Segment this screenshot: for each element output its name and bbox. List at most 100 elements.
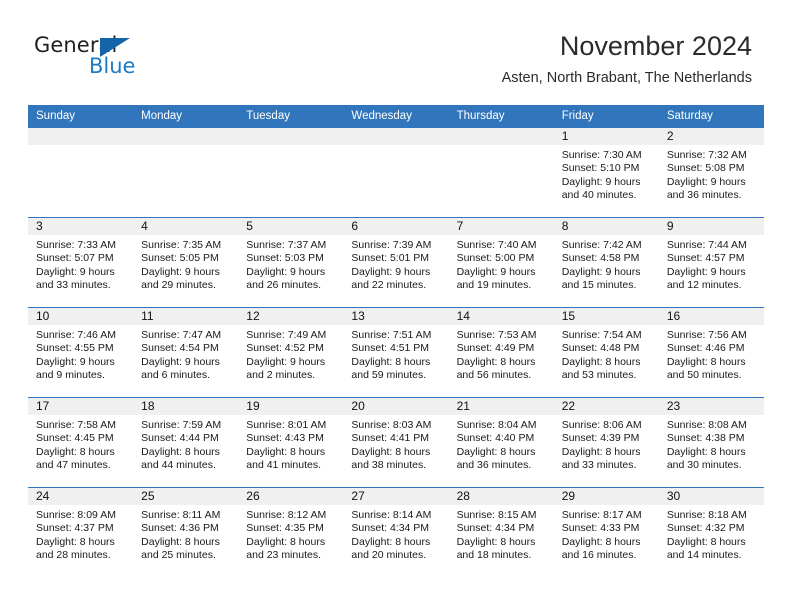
calendar-day-cell[interactable]: 25 Sunrise: 8:11 AM Sunset: 4:36 PM Dayligh…: [133, 487, 239, 577]
weekday-header-wednesday: Wednesday: [343, 105, 449, 128]
calendar-day-cell[interactable]: 1 Sunrise: 7:30 AM Sunset: 5:10 PM Daylight…: [553, 128, 659, 218]
event-daylight-l2: and 41 minutes.: [246, 458, 321, 471]
event-daylight-l2: and 33 minutes.: [36, 278, 111, 291]
day-cell-inner: 28 Sunrise: 8:15 AM Sunset: 4:34 PM Dayligh…: [448, 488, 554, 577]
calendar-day-cell[interactable]: 26 Sunrise: 8:12 AM Sunset: 4:35 PM Dayligh…: [238, 487, 344, 577]
event-daylight-l1: Daylight: 8 hours: [666, 445, 746, 458]
day-events: [238, 145, 343, 149]
calendar-day-cell[interactable]: 19 Sunrise: 8:01 AM Sunset: 4:43 PM Dayligh…: [238, 397, 344, 488]
day-cell-inner: 6 Sunrise: 7:39 AM Sunset: 5:01 PM Daylight…: [343, 218, 449, 307]
calendar-day-cell[interactable]: 3 Sunrise: 7:33 AM Sunset: 5:07 PM Daylight…: [28, 217, 134, 308]
calendar-day-cell[interactable]: 20 Sunrise: 8:03 AM Sunset: 4:41 PM Dayligh…: [343, 397, 449, 488]
calendar-day-cell[interactable]: 18 Sunrise: 7:59 AM Sunset: 4:44 PM Dayligh…: [133, 397, 239, 488]
day-number: 29: [553, 488, 659, 505]
day-cell-inner: 16 Sunrise: 7:56 AM Sunset: 4:46 PM Dayligh…: [658, 308, 764, 397]
event-daylight-l1: Daylight: 8 hours: [36, 445, 115, 458]
calendar-day-cell[interactable]: 8 Sunrise: 7:42 AM Sunset: 4:58 PM Daylight…: [553, 217, 659, 308]
calendar-day-cell[interactable]: 6 Sunrise: 7:39 AM Sunset: 5:01 PM Daylight…: [343, 217, 449, 308]
calendar-day-cell[interactable]: 17 Sunrise: 7:58 AM Sunset: 4:45 PM Dayligh…: [28, 397, 134, 488]
day-cell-inner: [28, 128, 134, 217]
calendar-day-cell[interactable]: 4 Sunrise: 7:35 AM Sunset: 5:05 PM Daylight…: [133, 217, 239, 308]
event-sunset: Sunset: 4:37 PM: [36, 522, 114, 535]
day-number: 23: [658, 398, 764, 415]
day-number: [238, 128, 344, 145]
event-daylight-l1: Daylight: 9 hours: [36, 355, 115, 368]
event-daylight-l2: and 38 minutes.: [351, 458, 427, 471]
calendar-day-cell[interactable]: 2 Sunrise: 7:32 AM Sunset: 5:08 PM Daylight…: [658, 128, 764, 218]
day-events: Sunrise: 7:32 AM Sunset: 5:08 PM Daylight:…: [659, 145, 764, 202]
event-sunrise: Sunrise: 8:03 AM: [351, 419, 432, 431]
event-daylight-l2: and 20 minutes.: [351, 548, 427, 561]
calendar-day-cell[interactable]: 21 Sunrise: 8:04 AM Sunset: 4:40 PM Dayligh…: [448, 397, 554, 488]
calendar-day-cell[interactable]: 15 Sunrise: 7:54 AM Sunset: 4:48 PM Dayligh…: [553, 307, 659, 398]
event-sunset: Sunset: 4:48 PM: [561, 342, 640, 355]
day-number: 22: [553, 398, 659, 415]
calendar-day-cell[interactable]: 9 Sunrise: 7:44 AM Sunset: 4:57 PM Daylight…: [658, 217, 764, 308]
day-events: Sunrise: 7:39 AM Sunset: 5:01 PM Daylight:…: [343, 235, 448, 292]
calendar-day-cell[interactable]: 23 Sunrise: 8:08 AM Sunset: 4:38 PM Dayligh…: [658, 397, 764, 488]
day-number: 20: [343, 398, 449, 415]
day-number: 4: [133, 218, 239, 235]
day-cell-inner: 27 Sunrise: 8:14 AM Sunset: 4:34 PM Dayligh…: [343, 488, 449, 577]
event-sunrise: Sunrise: 7:33 AM: [36, 239, 116, 251]
event-daylight-l2: and 56 minutes.: [456, 368, 532, 381]
event-daylight-l1: Daylight: 8 hours: [351, 535, 431, 548]
calendar-day-cell[interactable]: 7 Sunrise: 7:40 AM Sunset: 5:00 PM Daylight…: [448, 217, 554, 308]
calendar-week-row: 24 Sunrise: 8:09 AM Sunset: 4:37 PM Dayligh…: [28, 487, 764, 577]
day-events: Sunrise: 8:15 AM Sunset: 4:34 PM Daylight:…: [449, 505, 554, 562]
event-sunset: Sunset: 4:57 PM: [666, 252, 745, 265]
calendar-day-cell[interactable]: 13 Sunrise: 7:51 AM Sunset: 4:51 PM Dayligh…: [343, 307, 449, 398]
event-sunrise: Sunrise: 7:44 AM: [666, 239, 747, 251]
calendar-day-cell[interactable]: 5 Sunrise: 7:37 AM Sunset: 5:03 PM Daylight…: [238, 217, 344, 308]
day-events: Sunrise: 7:37 AM Sunset: 5:03 PM Daylight:…: [238, 235, 343, 292]
day-number: 30: [658, 488, 764, 505]
day-cell-inner: 17 Sunrise: 7:58 AM Sunset: 4:45 PM Dayligh…: [28, 398, 134, 487]
event-sunrise: Sunrise: 8:15 AM: [456, 509, 537, 521]
day-number: 14: [448, 308, 554, 325]
day-number: 19: [238, 398, 344, 415]
day-cell-inner: 3 Sunrise: 7:33 AM Sunset: 5:07 PM Daylight…: [28, 218, 134, 307]
event-sunrise: Sunrise: 7:40 AM: [456, 239, 537, 251]
event-daylight-l1: Daylight: 8 hours: [456, 355, 536, 368]
event-sunrise: Sunrise: 7:37 AM: [246, 239, 327, 251]
calendar-day-cell[interactable]: 27 Sunrise: 8:14 AM Sunset: 4:34 PM Dayligh…: [343, 487, 449, 577]
calendar-day-cell[interactable]: 12 Sunrise: 7:49 AM Sunset: 4:52 PM Dayligh…: [238, 307, 344, 398]
event-daylight-l2: and 30 minutes.: [666, 458, 742, 471]
calendar-day-cell[interactable]: 14 Sunrise: 7:53 AM Sunset: 4:49 PM Dayligh…: [448, 307, 554, 398]
day-number: 2: [658, 128, 764, 145]
weekday-header-friday: Friday: [553, 105, 659, 128]
event-sunset: Sunset: 4:34 PM: [456, 522, 535, 535]
calendar-day-cell[interactable]: 30 Sunrise: 8:18 AM Sunset: 4:32 PM Dayligh…: [658, 487, 764, 577]
generalblue-logo[interactable]: General Blue: [34, 34, 234, 86]
event-daylight-l1: Daylight: 8 hours: [141, 535, 220, 548]
calendar-day-cell[interactable]: 24 Sunrise: 8:09 AM Sunset: 4:37 PM Dayligh…: [28, 487, 134, 577]
day-events: Sunrise: 8:14 AM Sunset: 4:34 PM Daylight:…: [343, 505, 448, 562]
day-number: [28, 128, 134, 145]
event-sunset: Sunset: 5:01 PM: [351, 252, 430, 265]
calendar-day-cell[interactable]: 29 Sunrise: 8:17 AM Sunset: 4:33 PM Dayligh…: [553, 487, 659, 577]
calendar-day-cell[interactable]: 28 Sunrise: 8:15 AM Sunset: 4:34 PM Dayligh…: [448, 487, 554, 577]
day-number: [343, 128, 449, 145]
event-daylight-l2: and 40 minutes.: [561, 188, 637, 201]
logo-text-blue: Blue: [89, 54, 136, 78]
day-cell-inner: 20 Sunrise: 8:03 AM Sunset: 4:41 PM Dayligh…: [343, 398, 449, 487]
event-daylight-l2: and 12 minutes.: [666, 278, 742, 291]
calendar-day-cell[interactable]: 10 Sunrise: 7:46 AM Sunset: 4:55 PM Dayligh…: [28, 307, 134, 398]
calendar-week-row: 17 Sunrise: 7:58 AM Sunset: 4:45 PM Dayligh…: [28, 397, 764, 488]
event-daylight-l2: and 36 minutes.: [666, 188, 742, 201]
day-cell-inner: 23 Sunrise: 8:08 AM Sunset: 4:38 PM Dayligh…: [658, 398, 764, 487]
event-sunrise: Sunrise: 7:42 AM: [561, 239, 642, 251]
day-events: Sunrise: 7:58 AM Sunset: 4:45 PM Daylight:…: [28, 415, 133, 472]
event-sunrise: Sunrise: 7:46 AM: [36, 329, 116, 341]
calendar-day-cell[interactable]: 22 Sunrise: 8:06 AM Sunset: 4:39 PM Dayligh…: [553, 397, 659, 488]
day-cell-inner: 14 Sunrise: 7:53 AM Sunset: 4:49 PM Dayligh…: [448, 308, 554, 397]
calendar-day-cell[interactable]: 11 Sunrise: 7:47 AM Sunset: 4:54 PM Dayligh…: [133, 307, 239, 398]
event-daylight-l2: and 14 minutes.: [666, 548, 742, 561]
calendar-day-cell-empty: [343, 128, 449, 218]
calendar-day-cell[interactable]: 16 Sunrise: 7:56 AM Sunset: 4:46 PM Dayligh…: [658, 307, 764, 398]
day-events: [449, 145, 554, 149]
event-sunset: Sunset: 4:49 PM: [456, 342, 535, 355]
day-cell-inner: [133, 128, 239, 217]
event-sunrise: Sunrise: 7:47 AM: [141, 329, 222, 341]
day-events: Sunrise: 7:42 AM Sunset: 4:58 PM Daylight:…: [554, 235, 659, 292]
